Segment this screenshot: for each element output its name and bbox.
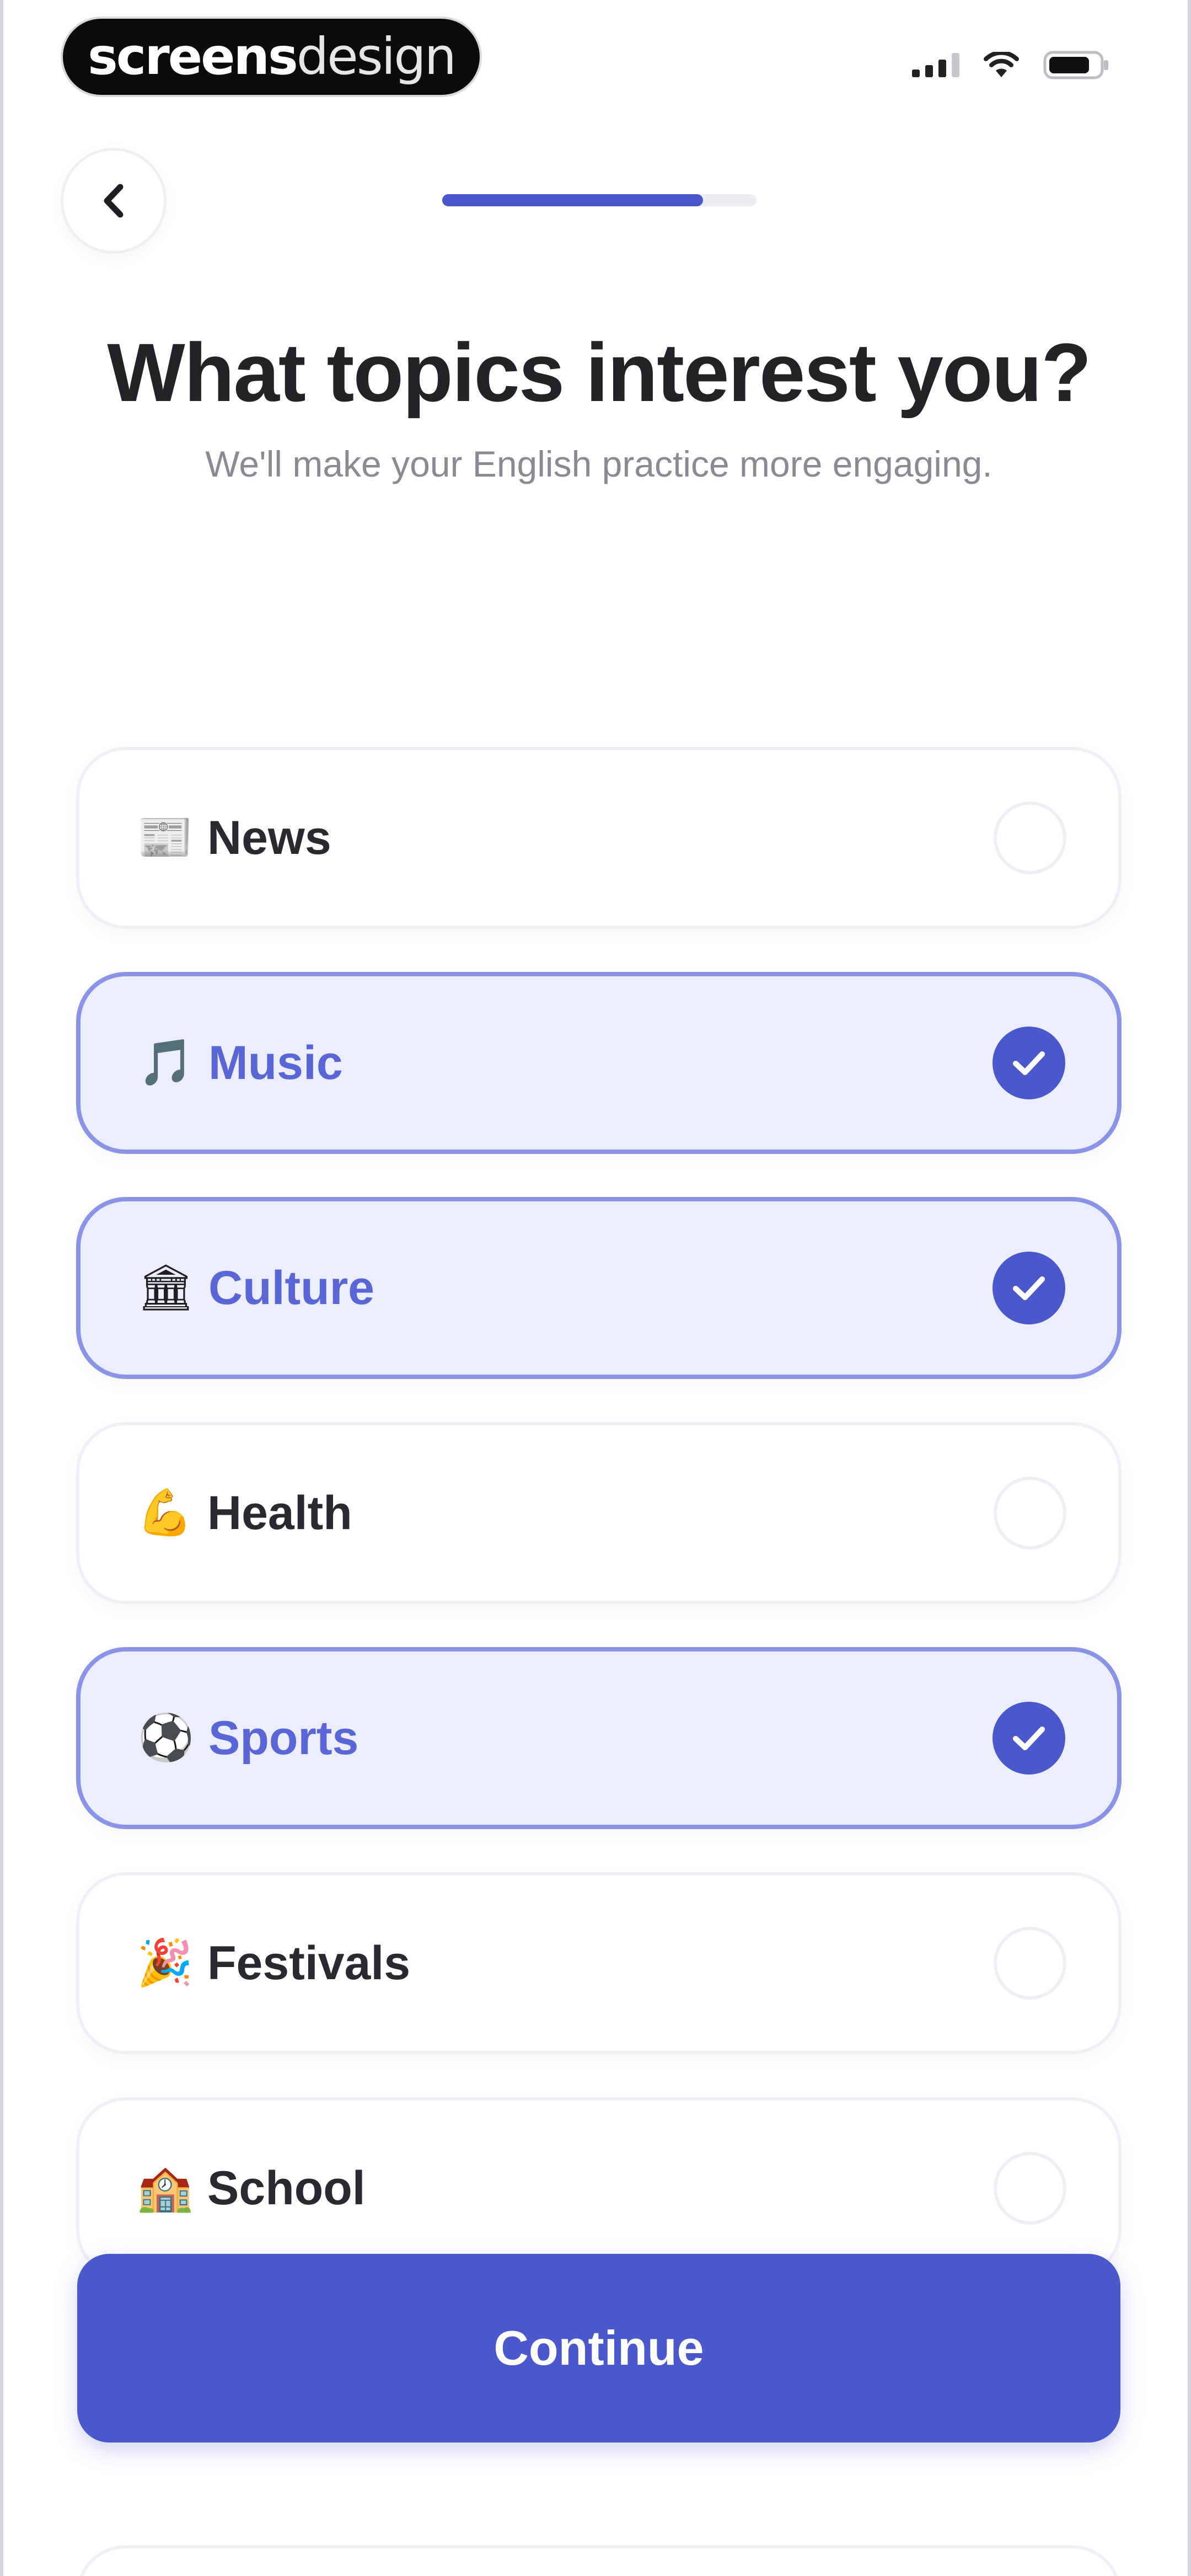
- topic-option-culture[interactable]: 🏛 Culture: [76, 1197, 1122, 1379]
- topic-label: Health: [207, 1487, 352, 1540]
- flexed-biceps-icon: 💪: [136, 1487, 194, 1539]
- status-bar-icons: [912, 51, 1110, 79]
- topic-option-sports[interactable]: ⚽ Sports: [76, 1647, 1122, 1829]
- battery-icon: [1043, 51, 1110, 79]
- topic-option-festivals[interactable]: 🎉 Festivals: [76, 1872, 1122, 2054]
- music-note-icon: 🎵: [137, 1036, 195, 1089]
- watermark-strong-text: screens: [88, 27, 298, 86]
- continue-button[interactable]: Continue: [77, 2254, 1120, 2443]
- topic-label: Music: [208, 1036, 343, 1089]
- wifi-icon: [984, 52, 1019, 78]
- topic-option-partial[interactable]: [76, 2545, 1122, 2576]
- cellular-signal-icon: [912, 53, 959, 77]
- newspaper-icon: 📰: [136, 811, 194, 864]
- unchecked-circle-icon[interactable]: [994, 2152, 1066, 2225]
- back-button[interactable]: [61, 148, 167, 254]
- classical-building-icon: 🏛: [137, 1262, 195, 1314]
- checkmark-circle-icon[interactable]: [993, 1252, 1065, 1324]
- topic-label: School: [207, 2162, 366, 2215]
- watermark-light-text: design: [296, 27, 457, 86]
- topic-option-news[interactable]: 📰 News: [76, 747, 1122, 929]
- topic-label: News: [207, 811, 331, 864]
- onboarding-progress-bar: [442, 194, 757, 206]
- checkmark-circle-icon[interactable]: [993, 1702, 1065, 1775]
- soccer-ball-icon: ⚽: [137, 1712, 195, 1764]
- topic-option-music[interactable]: 🎵 Music: [76, 972, 1122, 1154]
- topic-label: Festivals: [207, 1937, 411, 1990]
- progress-bar-fill: [442, 194, 704, 206]
- chevron-left-icon: [104, 184, 124, 218]
- app-screen: screens design What topics interest you?…: [0, 0, 1191, 2576]
- checkmark-circle-icon[interactable]: [993, 1027, 1065, 1099]
- screensdesign-watermark: screens design: [63, 19, 480, 95]
- unchecked-circle-icon[interactable]: [994, 801, 1066, 874]
- page-subtitle: We'll make your English practice more en…: [205, 443, 993, 484]
- page-title: What topics interest you?: [107, 326, 1091, 419]
- topic-option-health[interactable]: 💪 Health: [76, 1422, 1122, 1604]
- unchecked-circle-icon[interactable]: [994, 1927, 1066, 2000]
- party-popper-icon: 🎉: [136, 1937, 194, 1989]
- topic-option-school[interactable]: 🏫 School: [76, 2097, 1122, 2279]
- school-building-icon: 🏫: [136, 2162, 194, 2214]
- topic-label: Culture: [208, 1262, 374, 1314]
- unchecked-circle-icon[interactable]: [994, 1477, 1066, 1549]
- topic-label: Sports: [208, 1712, 359, 1765]
